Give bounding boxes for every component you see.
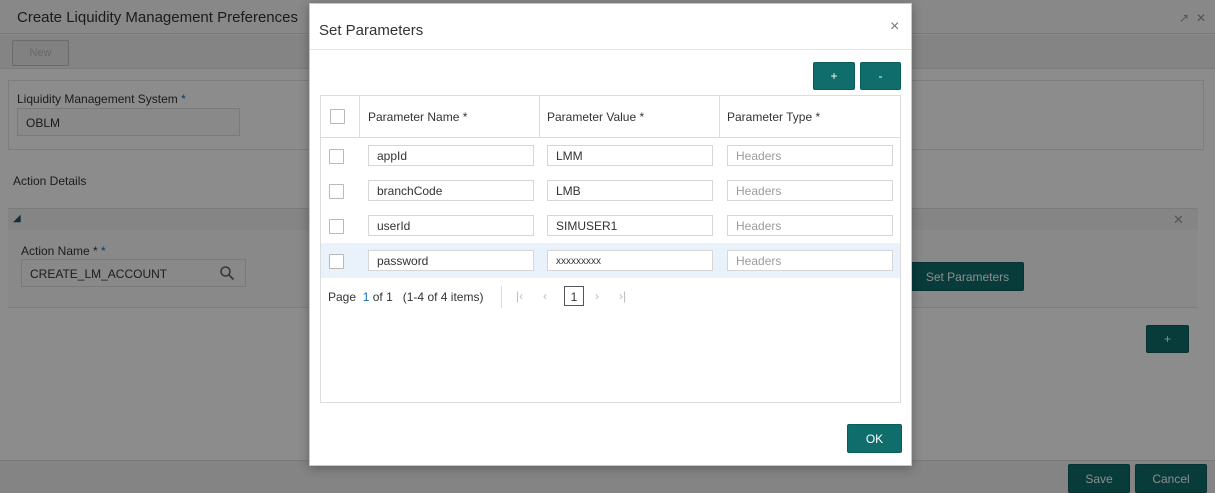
modal-header: Set Parameters × (310, 4, 911, 50)
grid-header: Parameter Name * Parameter Value * Param… (321, 96, 900, 138)
column-header-parameter-value[interactable]: Parameter Value * (547, 110, 644, 124)
parameter-name-input[interactable]: branchCode (368, 180, 534, 201)
pagination-summary: Page 1 of 1 (1-4 of 4 items) (328, 290, 484, 304)
last-page-icon[interactable]: ›| (619, 289, 626, 303)
remove-row-button[interactable]: - (860, 62, 901, 90)
parameter-value-input[interactable]: LMB (547, 180, 713, 201)
next-page-icon[interactable]: › (595, 289, 599, 303)
column-header-parameter-name[interactable]: Parameter Name * (368, 110, 467, 124)
current-page-box[interactable]: 1 (564, 286, 584, 306)
parameter-type-input[interactable]: Headers (727, 180, 893, 201)
column-divider (539, 96, 540, 138)
previous-page-icon[interactable]: ‹ (543, 289, 547, 303)
pagination: Page 1 of 1 (1-4 of 4 items) |‹ ‹ 1 › ›| (321, 282, 900, 312)
parameter-type-input[interactable]: Headers (727, 250, 893, 271)
parameter-type-input[interactable]: Headers (727, 215, 893, 236)
table-row[interactable]: appId LMM Headers (321, 138, 900, 173)
parameter-name-input[interactable]: password (368, 250, 534, 271)
column-divider (359, 96, 360, 138)
parameter-type-input[interactable]: Headers (727, 145, 893, 166)
parameter-name-input[interactable]: userId (368, 215, 534, 236)
row-checkbox[interactable] (329, 184, 344, 199)
table-row[interactable]: password xxxxxxxxx Headers (321, 243, 900, 278)
parameter-value-input[interactable]: xxxxxxxxx (547, 250, 713, 271)
parameter-value-input[interactable]: LMM (547, 145, 713, 166)
table-row[interactable]: branchCode LMB Headers (321, 173, 900, 208)
row-checkbox[interactable] (329, 254, 344, 269)
select-all-checkbox[interactable] (330, 109, 345, 124)
set-parameters-modal: Set Parameters × + - Parameter Name * Pa… (309, 3, 912, 466)
parameters-grid: Parameter Name * Parameter Value * Param… (320, 95, 901, 403)
add-row-button[interactable]: + (813, 62, 855, 90)
modal-title: Set Parameters (319, 22, 424, 39)
pagination-divider (501, 286, 502, 308)
ok-button[interactable]: OK (847, 424, 902, 453)
column-divider (719, 96, 720, 138)
row-checkbox[interactable] (329, 149, 344, 164)
table-row[interactable]: userId SIMUSER1 Headers (321, 208, 900, 243)
first-page-icon[interactable]: |‹ (516, 289, 523, 303)
row-checkbox[interactable] (329, 219, 344, 234)
column-header-parameter-type[interactable]: Parameter Type * (727, 110, 820, 124)
parameter-name-input[interactable]: appId (368, 145, 534, 166)
parameter-value-input[interactable]: SIMUSER1 (547, 215, 713, 236)
modal-close-icon[interactable]: × (890, 18, 899, 36)
